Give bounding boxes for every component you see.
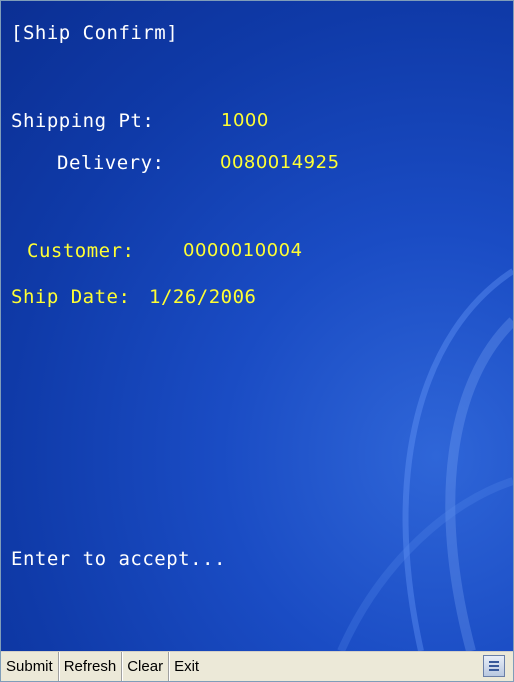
delivery-value: 0080014925 [220,152,340,173]
keyboard-icon[interactable] [483,655,505,677]
customer-label: Customer: [27,240,135,262]
delivery-label: Delivery: [57,152,165,174]
clear-button[interactable]: Clear [122,652,170,681]
submit-button[interactable]: Submit [1,652,59,681]
customer-value: 0000010004 [183,240,303,261]
device-frame: [Ship Confirm] Shipping Pt: 1000 Deliver… [0,0,514,682]
ship-date-label: Ship Date: [11,286,131,308]
shipping-pt-label: Shipping Pt: [11,110,155,132]
accept-prompt: Enter to accept... [11,548,226,570]
ship-date-value: 1/26/2006 [149,286,257,308]
soft-key-bar: Submit Refresh Clear Exit [1,651,513,681]
screen-title: [Ship Confirm] [11,22,179,44]
shipping-pt-value: 1000 [221,110,269,131]
refresh-button[interactable]: Refresh [59,652,123,681]
taskbar-spacer [204,652,483,681]
exit-button[interactable]: Exit [169,652,204,681]
terminal-screen: [Ship Confirm] Shipping Pt: 1000 Deliver… [1,1,513,651]
